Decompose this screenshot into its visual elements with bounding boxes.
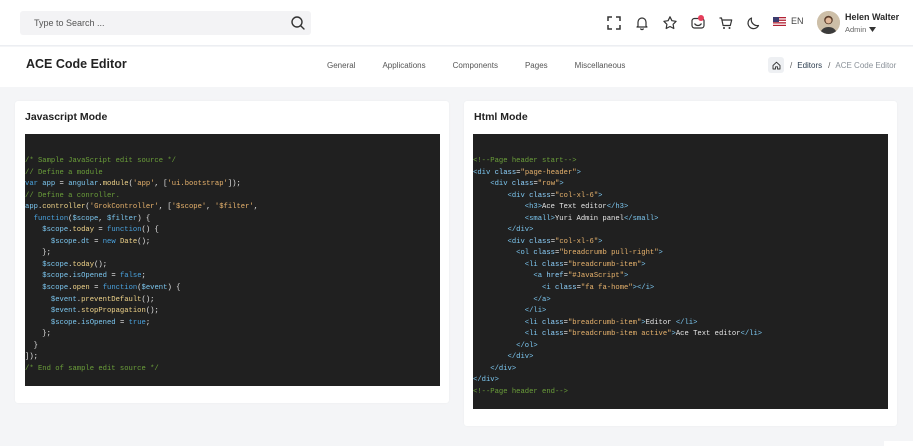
breadcrumb-home[interactable]: [768, 57, 784, 73]
home-icon: [772, 61, 780, 69]
nav-general[interactable]: General: [327, 61, 355, 70]
code-line: $scope.isOpened = true;: [50, 318, 151, 327]
code-line: };: [25, 249, 51, 258]
search-input[interactable]: [34, 11, 274, 35]
page-header: ACE Code Editor General Applications Com…: [0, 47, 913, 87]
avatar[interactable]: [817, 11, 840, 34]
code-line: $event.preventDefault();: [50, 295, 155, 304]
user-name[interactable]: Helen Walter: [845, 12, 899, 22]
caret-down-icon: [869, 27, 877, 32]
code-line: <div class="col-xl-6">: [507, 191, 603, 200]
code-line: app.controller('GrokController', ['$scop…: [25, 203, 259, 212]
html-code-editor[interactable]: <!--Page header start--> <div class="page…: [473, 134, 888, 409]
code-line: <ol class="breadcrumb pull-right">: [516, 249, 663, 258]
code-line: function($scope, $filter) {: [33, 214, 151, 223]
code-line: };: [25, 330, 51, 339]
us-flag-icon: [773, 16, 786, 26]
code-line: $scope.open = function($event) {: [42, 284, 181, 293]
code-line: <li class="breadcrumb-item">Editor </li>: [524, 318, 698, 327]
javascript-mode-card: Javascript Mode /* Sample JavaScript edi…: [15, 101, 449, 403]
nav-miscellaneous[interactable]: Miscellaneous: [575, 61, 626, 70]
code-line: $scope.today = function() {: [42, 226, 159, 235]
user-role-label: Admin: [845, 25, 867, 34]
breadcrumb-editors[interactable]: Editors: [797, 61, 822, 70]
card-title: Javascript Mode: [25, 111, 108, 123]
breadcrumb: / Editors / ACE Code Editor: [768, 57, 896, 73]
fullscreen-icon[interactable]: [606, 15, 622, 31]
code-line: <div class="page-header">: [473, 168, 581, 177]
language-selector[interactable]: EN: [773, 16, 804, 26]
code-line: </a>: [533, 295, 551, 304]
code-line: </div>: [507, 226, 534, 235]
code-line: </div>: [473, 376, 499, 385]
code-line: $event.stopPropagation();: [50, 307, 159, 316]
code-line: $scope.dt = new Date();: [50, 237, 151, 246]
code-line: <div class="col-xl-6">: [507, 237, 603, 246]
breadcrumb-separator: /: [790, 60, 793, 70]
star-icon[interactable]: [662, 15, 678, 31]
notification-badge: [698, 15, 704, 21]
code-line: </li>: [524, 307, 547, 316]
code-line: <!--Page header end-->: [473, 387, 568, 396]
breadcrumb-current: ACE Code Editor: [835, 60, 897, 70]
code-line: <h3>Ace Text editor</h3>: [524, 203, 629, 212]
code-line: var app = angular.module('app', ['ui.boo…: [25, 180, 241, 189]
search-box: [20, 11, 311, 35]
code-line: <li class="breadcrumb-item active">Ace T…: [524, 330, 763, 339]
code-line: </ol>: [516, 341, 538, 350]
nav-applications[interactable]: Applications: [382, 61, 425, 70]
top-bar: EN Helen Walter Admin: [0, 0, 913, 46]
code-line: </div>: [507, 353, 534, 362]
breadcrumb-separator: /: [828, 60, 831, 70]
code-line: // Define a conroller.: [25, 191, 120, 200]
card-title: Html Mode: [474, 111, 528, 123]
javascript-code-editor[interactable]: /* Sample JavaScript edit source */ // De…: [25, 134, 440, 386]
code-line: <i class="fa fa-home"></i>: [542, 284, 655, 293]
code-line: $scope.isOpened = false;: [42, 272, 146, 281]
nav-pages[interactable]: Pages: [525, 61, 548, 70]
user-role[interactable]: Admin: [845, 25, 877, 34]
code-line: // Define a module: [25, 168, 103, 177]
moon-icon[interactable]: [746, 15, 762, 31]
code-line: <a href="#JavaScript">: [533, 272, 629, 281]
cart-icon[interactable]: [718, 15, 734, 31]
code-line: }: [25, 341, 38, 350]
html-mode-card: Html Mode <!--Page header start--> <div c…: [464, 101, 897, 426]
code-line: </div>: [490, 364, 517, 373]
nav-components[interactable]: Components: [453, 61, 498, 70]
code-line: ]);: [25, 353, 38, 362]
code-line: <!--Page header start-->: [473, 157, 577, 165]
language-label: EN: [791, 16, 804, 26]
code-line: /* Sample JavaScript edit source */: [25, 157, 176, 165]
bell-icon[interactable]: [634, 15, 650, 31]
code-line: <div class="row">: [490, 180, 564, 189]
code-line: <li class="breadcrumb-item">: [524, 260, 646, 269]
main-nav: General Applications Components Pages Mi…: [327, 61, 625, 70]
settings-tab[interactable]: [884, 441, 913, 446]
search-icon[interactable]: [290, 15, 306, 31]
code-line: $scope.today();: [42, 260, 108, 269]
page-title: ACE Code Editor: [26, 57, 127, 71]
code-line: <small>Yuri Admin panel</small>: [524, 214, 659, 223]
code-line: /* End of sample edit source */: [25, 364, 159, 373]
